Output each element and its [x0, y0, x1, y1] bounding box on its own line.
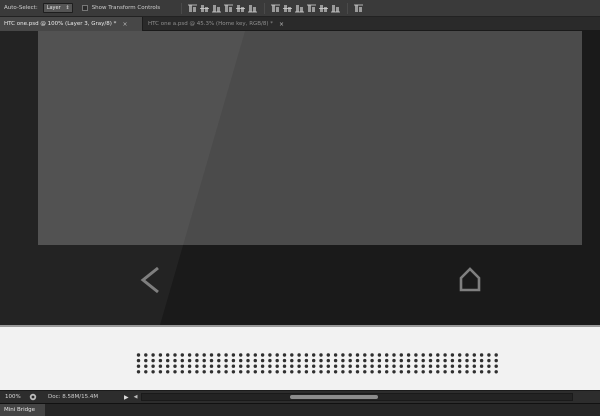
status-bar: 100% Doc: 8.58M/15.4M ▶ ◀ [0, 390, 600, 403]
close-icon[interactable]: × [122, 21, 127, 28]
distribute-right-icon[interactable] [330, 3, 340, 13]
chevron-updown-icon: ⇕ [65, 5, 70, 11]
align-bottom-icon[interactable] [211, 3, 221, 13]
show-transform-checkbox[interactable] [81, 5, 88, 11]
home-icon [459, 267, 481, 292]
toolbar-divider [347, 2, 349, 14]
tab-htc-one[interactable]: HTC one.psd @ 100% (Layer 3, Gray/8) * × [0, 17, 143, 31]
show-transform-label: Show Transform Controls [91, 5, 161, 11]
auto-select-value: Layer [46, 5, 61, 11]
close-icon[interactable]: × [279, 21, 284, 28]
tab-htc-one-a[interactable]: HTC one a.psd @ 45.3% (Home key, RGB/8) … [144, 17, 304, 31]
distribute-left-icon[interactable] [306, 3, 316, 13]
horizontal-scrollbar[interactable] [141, 393, 574, 401]
tab-label: HTC one a.psd @ 45.3% (Home key, RGB/8) … [148, 21, 274, 27]
document-canvas[interactable] [0, 31, 600, 390]
align-left-icon[interactable] [223, 3, 233, 13]
auto-align-layers-icon[interactable] [353, 3, 363, 13]
align-right-icon[interactable] [247, 3, 257, 13]
back-arrow-icon [140, 266, 159, 294]
speaker-grille-dots [136, 353, 498, 374]
align-top-icon[interactable] [187, 3, 197, 13]
toolbar-divider [181, 2, 183, 14]
auto-select-dropdown[interactable]: Layer ⇕ [42, 3, 73, 13]
screen-glare [0, 31, 245, 325]
distribute-bottom-icon[interactable] [294, 3, 304, 13]
distribute-vertical-center-icon[interactable] [282, 3, 292, 13]
document-tab-bar: HTC one.psd @ 100% (Layer 3, Gray/8) * ×… [0, 17, 600, 31]
options-bar: Auto-Select: Layer ⇕ Show Transform Cont… [0, 0, 600, 17]
play-arrow-icon[interactable]: ▶ [124, 394, 129, 401]
align-tools-group [187, 2, 365, 14]
align-horizontal-center-icon[interactable] [235, 3, 245, 13]
panel-bar: Mini Bridge [0, 403, 600, 416]
speaker-grille [136, 352, 499, 376]
auto-select-label: Auto-Select: [4, 5, 38, 11]
document-size-info: Doc: 8.58M/15.4M [48, 394, 99, 400]
distribute-top-icon[interactable] [270, 3, 280, 13]
scrollbar-thumb[interactable] [290, 395, 379, 399]
zoom-level[interactable]: 100% [0, 394, 28, 400]
distribute-horizontal-center-icon[interactable] [318, 3, 328, 13]
status-info-icon[interactable] [28, 392, 38, 402]
tab-label: HTC one.psd @ 100% (Layer 3, Gray/8) * [4, 21, 117, 27]
align-vertical-center-icon[interactable] [199, 3, 209, 13]
tab-mini-bridge[interactable]: Mini Bridge [0, 404, 45, 416]
phone-body [0, 325, 600, 390]
toolbar-divider [264, 2, 266, 14]
scroll-left-arrow-icon[interactable]: ◀ [134, 394, 138, 400]
